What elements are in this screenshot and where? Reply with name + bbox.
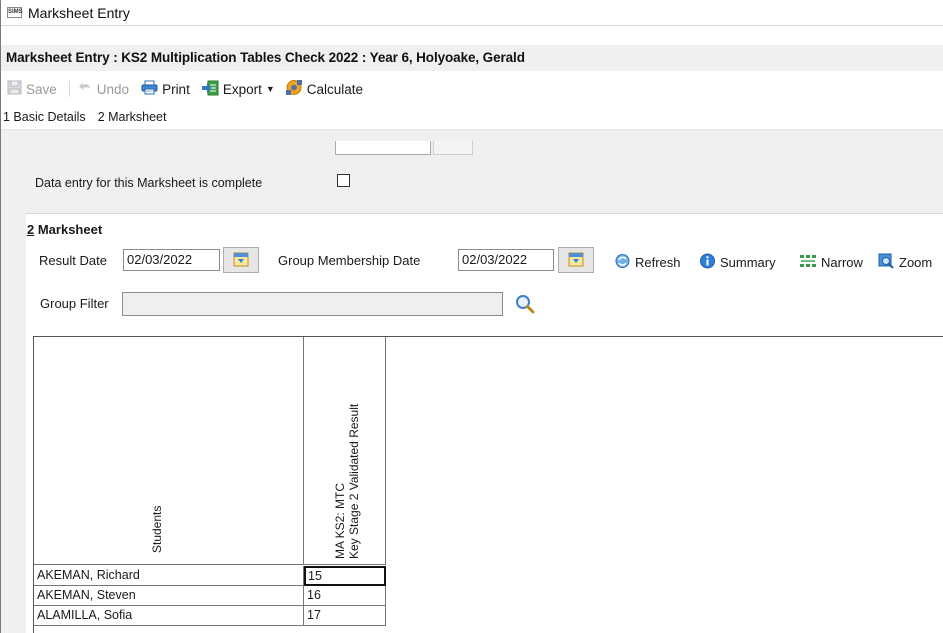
narrow-button[interactable]: Narrow xyxy=(799,253,863,272)
group-membership-calendar-button[interactable] xyxy=(558,247,594,273)
marksheet-section-title: 2 Marksheet xyxy=(27,222,102,237)
calendar-icon xyxy=(233,251,249,270)
group-membership-date-field[interactable]: 02/03/2022 xyxy=(458,249,554,271)
group-membership-date-label: Group Membership Date xyxy=(278,253,421,268)
zoom-button[interactable]: Zoom xyxy=(878,253,932,272)
search-icon[interactable] xyxy=(514,293,536,318)
result-cell[interactable]: 17 xyxy=(304,606,386,626)
table-row[interactable]: AKEMAN, Steven 16 xyxy=(34,586,386,606)
calculate-label: Calculate xyxy=(306,81,364,97)
export-icon xyxy=(201,80,219,99)
summary-button[interactable]: Summary xyxy=(699,253,776,272)
student-name-cell[interactable]: AKEMAN, Richard xyxy=(34,566,304,586)
complete-label: Data entry for this Marksheet is complet… xyxy=(35,176,263,190)
undo-label: Undo xyxy=(96,81,130,97)
mtc-result-column-header[interactable]: MA KS2: MTC Key Stage 2 Validated Result xyxy=(304,337,386,565)
info-icon xyxy=(699,253,716,272)
calculate-button[interactable]: Calculate xyxy=(285,79,363,99)
complete-checkbox[interactable] xyxy=(337,174,350,187)
section-title-text: Marksheet xyxy=(34,222,103,237)
undo-button[interactable]: Undo xyxy=(78,80,129,98)
form-title: Marksheet Entry : KS2 Multiplication Tab… xyxy=(6,50,525,65)
result-date-field[interactable]: 02/03/2022 xyxy=(123,249,220,271)
print-label: Print xyxy=(162,81,190,97)
result-cell[interactable]: 15 xyxy=(304,566,386,586)
toolbar-separator xyxy=(68,81,70,97)
partial-date-field[interactable] xyxy=(335,141,431,155)
toolbar: Save Undo Print Export ▼ Calculate xyxy=(1,76,943,102)
narrow-icon xyxy=(799,253,817,272)
table-row[interactable]: ALAMILLA, Sofia 17 xyxy=(34,606,386,626)
marksheet-entry-window: SIMS Marksheet Entry Marksheet Entry : K… xyxy=(0,0,943,633)
column-header-line1: MA KS2: MTC xyxy=(333,482,347,559)
zoom-label: Zoom xyxy=(899,255,933,270)
printer-icon xyxy=(141,80,158,98)
group-filter-field[interactable] xyxy=(122,292,503,316)
zoom-icon xyxy=(878,253,895,272)
refresh-icon xyxy=(614,253,631,272)
partial-calendar-button[interactable] xyxy=(433,141,473,155)
print-button[interactable]: Print xyxy=(141,80,190,98)
students-header-label: Students xyxy=(150,505,164,553)
result-cell[interactable]: 16 xyxy=(304,586,386,606)
refresh-button[interactable]: Refresh xyxy=(614,253,681,272)
export-dropdown-arrow-icon[interactable]: ▼ xyxy=(266,84,275,94)
refresh-label: Refresh xyxy=(635,255,681,270)
students-column-header[interactable]: Students xyxy=(34,337,304,565)
title-bar: SIMS Marksheet Entry xyxy=(1,0,943,26)
summary-label: Summary xyxy=(720,255,776,270)
export-label: Export xyxy=(222,81,262,97)
student-name-cell[interactable]: AKEMAN, Steven xyxy=(34,586,304,606)
tab-basic-details[interactable]: 1 Basic Details xyxy=(3,110,86,124)
table-row[interactable]: AKEMAN, Richard 15 xyxy=(34,566,386,586)
student-name-cell[interactable]: ALAMILLA, Sofia xyxy=(34,606,304,626)
sims-app-icon: SIMS xyxy=(7,7,23,18)
section-tabs: 1 Basic Details 2 Marksheet xyxy=(1,104,943,130)
window-title: Marksheet Entry xyxy=(28,4,130,21)
result-date-calendar-button[interactable] xyxy=(223,247,259,273)
narrow-label: Narrow xyxy=(821,255,863,270)
result-date-label: Result Date xyxy=(39,253,107,268)
calculate-icon xyxy=(285,79,303,99)
tab-marksheet[interactable]: 2 Marksheet xyxy=(98,110,167,124)
column-header-line2: Key Stage 2 Validated Result xyxy=(347,403,361,559)
calendar-icon xyxy=(568,251,584,270)
save-button[interactable]: Save xyxy=(7,80,57,98)
save-label: Save xyxy=(26,81,57,97)
save-icon xyxy=(7,80,22,98)
undo-icon xyxy=(78,80,93,98)
export-button[interactable]: Export xyxy=(201,80,262,99)
group-filter-label: Group Filter xyxy=(40,296,109,311)
